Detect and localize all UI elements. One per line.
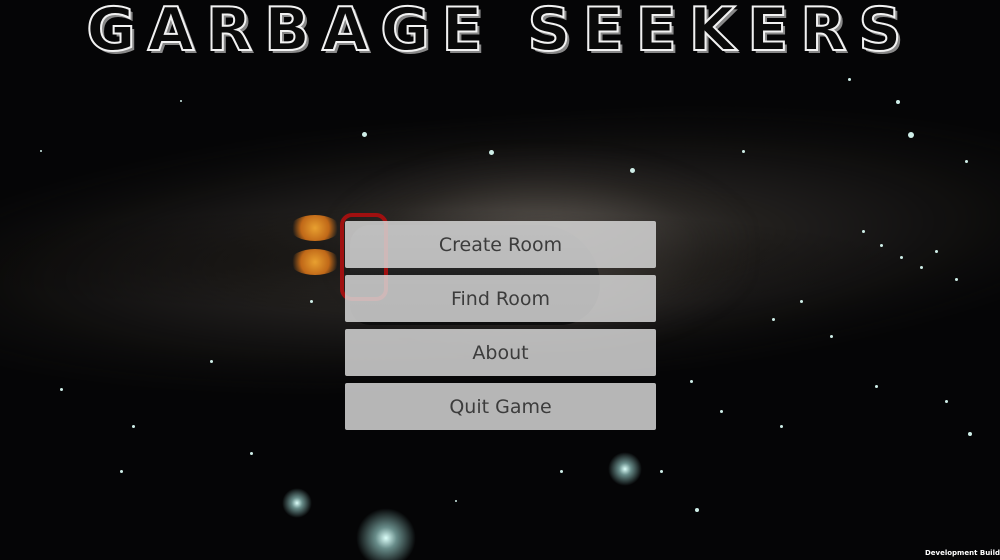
- star: [830, 335, 833, 338]
- star: [630, 168, 635, 173]
- star: [695, 508, 699, 512]
- star: [455, 500, 457, 502]
- star: [362, 132, 367, 137]
- star: [560, 470, 563, 473]
- star: [955, 278, 958, 281]
- engine-flame: [290, 249, 340, 275]
- star: [935, 250, 938, 253]
- main-menu: Create Room Find Room About Quit Game: [345, 221, 656, 437]
- find-room-button[interactable]: Find Room: [345, 275, 656, 322]
- star: [920, 266, 923, 269]
- game-title: GARBAGE SEEKERS: [85, 0, 914, 65]
- star: [40, 150, 42, 152]
- quit-game-button[interactable]: Quit Game: [345, 383, 656, 430]
- star: [690, 380, 693, 383]
- bright-star: [608, 452, 642, 486]
- star: [120, 470, 123, 473]
- star: [945, 400, 948, 403]
- star: [772, 318, 775, 321]
- star: [968, 432, 972, 436]
- development-build-label: Development Build: [924, 549, 1000, 557]
- star: [900, 256, 903, 259]
- bright-star: [356, 508, 416, 560]
- star: [180, 100, 182, 102]
- create-room-button[interactable]: Create Room: [345, 221, 656, 268]
- star: [896, 100, 900, 104]
- star: [489, 150, 494, 155]
- star: [132, 425, 135, 428]
- star: [742, 150, 745, 153]
- engine-flame: [290, 215, 340, 241]
- star: [848, 78, 851, 81]
- star: [908, 132, 914, 138]
- star: [780, 425, 783, 428]
- about-button[interactable]: About: [345, 329, 656, 376]
- star: [210, 360, 213, 363]
- star: [720, 410, 723, 413]
- star: [880, 244, 883, 247]
- star: [862, 230, 865, 233]
- star: [660, 470, 663, 473]
- star: [965, 160, 968, 163]
- star: [60, 388, 63, 391]
- star: [875, 385, 878, 388]
- star: [250, 452, 253, 455]
- star: [800, 300, 803, 303]
- bright-star: [282, 488, 312, 518]
